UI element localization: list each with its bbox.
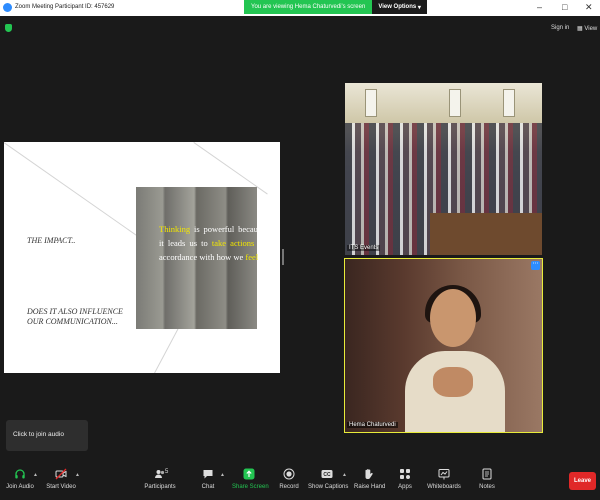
captions-icon: CC: [321, 470, 333, 478]
viewing-message: You are viewing Hema Chaturvedi's screen: [251, 4, 366, 10]
zoom-app-icon: [3, 3, 12, 12]
maximize-icon[interactable]: □: [562, 2, 567, 12]
whiteboards-button[interactable]: Whiteboards: [427, 458, 461, 500]
chat-options-chevron-icon[interactable]: ▲: [220, 472, 225, 478]
participants-count: 5: [165, 469, 169, 475]
viewing-banner: You are viewing Hema Chaturvedi's screen…: [244, 0, 427, 14]
captions-icon-text: CC: [323, 472, 331, 478]
sign-in-button[interactable]: Sign in: [551, 25, 569, 31]
start-video-button[interactable]: Start Video: [44, 458, 78, 500]
show-captions-label: Show Captions: [308, 484, 349, 490]
security-shield-icon[interactable]: [5, 24, 12, 32]
whiteboards-label: Whiteboards: [427, 484, 461, 490]
video-tile-its-events[interactable]: ITS Events: [345, 83, 542, 255]
record-button[interactable]: Record: [277, 458, 301, 500]
apps-label: Apps: [398, 484, 412, 490]
raise-hand-label: Raise Hand: [354, 484, 386, 490]
quote-word-feel: feel: [245, 252, 259, 262]
record-icon: [283, 468, 295, 480]
slide-heading: THE IMPACT..: [27, 236, 76, 245]
join-audio-button[interactable]: Join Audio: [5, 458, 35, 500]
view-options-button[interactable]: View Options ▾: [372, 0, 427, 14]
chat-button[interactable]: Chat: [196, 458, 220, 500]
slide-question-line-1: DOES IT ALSO INFLUENCE: [27, 307, 123, 316]
speaker-hands: [433, 367, 473, 397]
quote-text: .: [258, 252, 261, 262]
raise-hand-button[interactable]: Raise Hand: [354, 458, 386, 500]
window-title: Zoom Meeting Participant ID: 457629: [15, 4, 115, 10]
classroom-window: [365, 89, 377, 117]
shared-screen: THE IMPACT.. DOES IT ALSO INFLUENCE OUR …: [4, 142, 280, 373]
raise-hand-icon: [365, 469, 373, 479]
more-options-icon[interactable]: ⋯: [531, 261, 540, 270]
slide-question: DOES IT ALSO INFLUENCE OUR COMMUNICATION…: [27, 307, 123, 327]
chat-label: Chat: [201, 484, 215, 490]
captions-options-chevron-icon[interactable]: ▲: [342, 472, 347, 478]
quote-word-take-actions: take actions: [211, 238, 255, 248]
headphones-icon: [15, 469, 25, 479]
share-screen-button[interactable]: Share Screen: [232, 458, 269, 500]
view-button[interactable]: ▦ View: [577, 25, 597, 32]
join-audio-label: Join Audio: [6, 484, 34, 490]
participants-label: Participants: [144, 484, 176, 490]
classroom-window: [449, 89, 461, 117]
notes-icon: [482, 468, 492, 480]
meeting-toolbar: Join Audio ▲ Start Video ▲ Participants …: [0, 458, 600, 500]
record-label: Record: [279, 484, 299, 490]
share-screen-label: Share Screen: [232, 484, 269, 490]
video-off-icon: [55, 468, 67, 480]
share-screen-icon: [243, 468, 255, 480]
video-options-chevron-icon[interactable]: ▲: [75, 472, 80, 478]
apps-button[interactable]: Apps: [395, 458, 415, 500]
classroom-desk: [430, 213, 542, 255]
audio-options-chevron-icon[interactable]: ▲: [33, 472, 38, 478]
minimize-icon[interactable]: –: [537, 2, 542, 12]
participant-name-label: ITS Events: [347, 245, 381, 251]
notes-button[interactable]: Notes: [477, 458, 497, 500]
participant-name-label: Hema Chaturvedi: [347, 422, 398, 428]
close-icon[interactable]: ✕: [585, 2, 593, 13]
classroom-window: [503, 89, 515, 117]
chat-icon: [203, 470, 213, 479]
whiteboards-icon: [438, 469, 450, 480]
show-captions-button[interactable]: CC Show Captions: [308, 458, 349, 500]
leave-button[interactable]: Leave: [569, 472, 596, 490]
view-options-label: View Options: [378, 4, 417, 10]
start-video-label: Start Video: [46, 484, 76, 490]
apps-icon: [400, 469, 410, 479]
participants-button[interactable]: Participants: [143, 458, 177, 500]
speaker-face: [430, 289, 476, 347]
tooltip-text: Click to join audio: [13, 431, 64, 438]
join-audio-tooltip: Click to join audio: [6, 420, 88, 451]
video-tile-hema-chaturvedi[interactable]: ⋯ Hema Chaturvedi: [344, 258, 543, 433]
quote-word-thinking: Thinking: [159, 224, 191, 234]
panel-resize-handle[interactable]: [282, 249, 284, 265]
slide-question-line-2: OUR COMMUNICATION...: [27, 317, 118, 326]
notes-label: Notes: [479, 484, 495, 490]
view-label: View: [584, 26, 598, 32]
slide-quote: Thinking is powerful because it leads us…: [159, 222, 265, 264]
